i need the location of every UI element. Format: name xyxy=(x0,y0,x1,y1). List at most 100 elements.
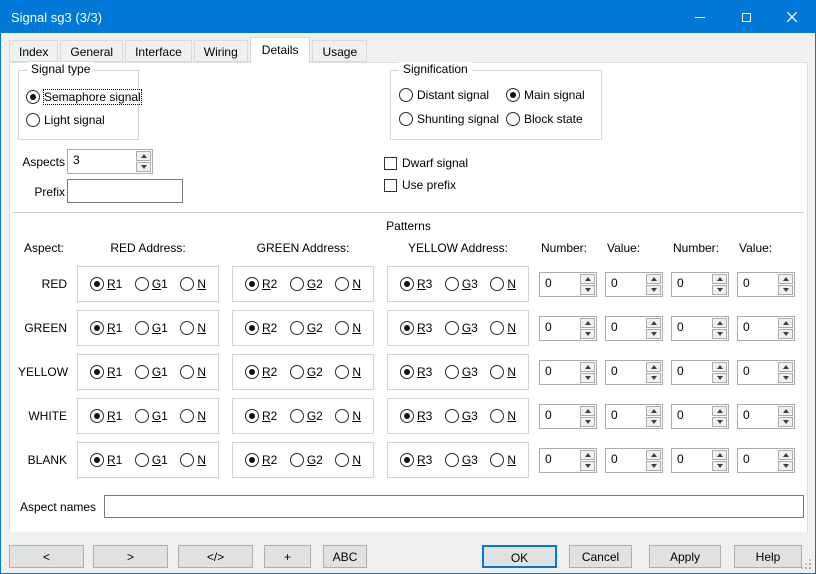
spinner-down-button[interactable] xyxy=(580,373,595,383)
value-spinner[interactable]: 0 xyxy=(605,316,663,341)
radio-red-n[interactable]: N xyxy=(180,277,206,291)
value-spinner[interactable]: 0 xyxy=(737,316,795,341)
spinner-up-button[interactable] xyxy=(646,406,661,416)
spinner-up-button[interactable] xyxy=(646,450,661,460)
spinner-up-button[interactable] xyxy=(778,274,793,284)
radio-red-g2[interactable]: G2 xyxy=(290,277,323,291)
value-spinner[interactable]: 0 xyxy=(671,360,729,385)
radio-yellow-r2[interactable]: R2 xyxy=(245,365,277,379)
radio-white-g2[interactable]: G2 xyxy=(290,409,323,423)
dwarf-signal-checkbox[interactable]: Dwarf signal xyxy=(384,156,468,170)
spinner-down-button[interactable] xyxy=(712,461,727,471)
radio-yellow-n[interactable]: N xyxy=(335,365,361,379)
tab-general[interactable]: General xyxy=(60,40,123,62)
spinner-up-button[interactable] xyxy=(712,274,727,284)
value-spinner[interactable]: 0 xyxy=(605,272,663,297)
resize-grip-icon[interactable] xyxy=(802,560,812,570)
spinner-down-button[interactable] xyxy=(778,461,793,471)
spinner-up-button[interactable] xyxy=(580,274,595,284)
radio-green-r2[interactable]: R2 xyxy=(245,321,277,335)
spinner-up-button[interactable] xyxy=(580,362,595,372)
add-button[interactable]: + xyxy=(264,545,311,568)
spinner-down-button[interactable] xyxy=(778,417,793,427)
radio-blank-n[interactable]: N xyxy=(335,453,361,467)
radio-white-r2[interactable]: R2 xyxy=(245,409,277,423)
radio-distant-signal[interactable]: Distant signal xyxy=(399,88,506,102)
aspect-names-input[interactable] xyxy=(104,495,804,518)
radio-red-r1[interactable]: R1 xyxy=(90,277,122,291)
radio-blank-g1[interactable]: G1 xyxy=(135,453,168,467)
radio-green-r1[interactable]: R1 xyxy=(90,321,122,335)
prev-button[interactable]: < xyxy=(9,545,84,568)
spinner-up-button[interactable] xyxy=(712,406,727,416)
radio-white-n[interactable]: N xyxy=(335,409,361,423)
radio-green-n[interactable]: N xyxy=(490,321,516,335)
radio-blank-r1[interactable]: R1 xyxy=(90,453,122,467)
apply-button[interactable]: Apply xyxy=(649,545,721,568)
radio-yellow-g2[interactable]: G2 xyxy=(290,365,323,379)
value-spinner[interactable]: 0 xyxy=(671,404,729,429)
radio-yellow-g1[interactable]: G1 xyxy=(135,365,168,379)
cancel-button[interactable]: Cancel xyxy=(569,545,632,568)
aspects-spinner[interactable]: 3 xyxy=(67,149,153,174)
radio-green-n[interactable]: N xyxy=(335,321,361,335)
spinner-up-button[interactable] xyxy=(646,274,661,284)
spinner-up-button[interactable] xyxy=(646,362,661,372)
value-spinner[interactable]: 0 xyxy=(605,360,663,385)
radio-yellow-n[interactable]: N xyxy=(490,365,516,379)
value-spinner[interactable]: 0 xyxy=(671,316,729,341)
spinner-down-button[interactable] xyxy=(778,285,793,295)
radio-green-g1[interactable]: G1 xyxy=(135,321,168,335)
radio-red-g1[interactable]: G1 xyxy=(135,277,168,291)
spinner-up-button[interactable] xyxy=(712,362,727,372)
spinner-down-button[interactable] xyxy=(646,373,661,383)
radio-block-state[interactable]: Block state xyxy=(506,112,600,126)
ok-button[interactable]: OK xyxy=(482,545,557,568)
radio-white-n[interactable]: N xyxy=(490,409,516,423)
value-spinner[interactable]: 0 xyxy=(539,272,597,297)
close-button[interactable] xyxy=(769,1,815,33)
radio-red-n[interactable]: N xyxy=(335,277,361,291)
abc-button[interactable]: ABC xyxy=(323,545,367,568)
spinner-down-button[interactable] xyxy=(778,329,793,339)
spinner-up-button[interactable] xyxy=(580,318,595,328)
radio-yellow-r1[interactable]: R1 xyxy=(90,365,122,379)
radio-shunting-signal[interactable]: Shunting signal xyxy=(399,112,506,126)
radio-red-r3[interactable]: R3 xyxy=(400,277,432,291)
spinner-up-button[interactable] xyxy=(778,406,793,416)
radio-main-signal[interactable]: Main signal xyxy=(506,88,600,102)
use-prefix-checkbox[interactable]: Use prefix xyxy=(384,178,456,192)
value-spinner[interactable]: 0 xyxy=(539,448,597,473)
value-spinner[interactable]: 0 xyxy=(671,448,729,473)
maximize-button[interactable] xyxy=(723,1,769,33)
spinner-up-button[interactable] xyxy=(646,318,661,328)
spinner-up-button[interactable] xyxy=(778,450,793,460)
spinner-down-button[interactable] xyxy=(646,461,661,471)
value-spinner[interactable]: 0 xyxy=(605,448,663,473)
spinner-down-button[interactable] xyxy=(580,285,595,295)
spinner-down-button[interactable] xyxy=(646,285,661,295)
spinner-up-button[interactable] xyxy=(580,450,595,460)
spinner-down-button[interactable] xyxy=(580,329,595,339)
radio-green-g2[interactable]: G2 xyxy=(290,321,323,335)
radio-yellow-g3[interactable]: G3 xyxy=(445,365,478,379)
radio-white-n[interactable]: N xyxy=(180,409,206,423)
value-spinner[interactable]: 0 xyxy=(737,404,795,429)
radio-semaphore-signal[interactable]: Semaphore signal xyxy=(26,85,138,108)
value-spinner[interactable]: 0 xyxy=(737,360,795,385)
next-button[interactable]: > xyxy=(93,545,168,568)
tab-details[interactable]: Details xyxy=(250,37,311,63)
spinner-down-button[interactable] xyxy=(646,417,661,427)
radio-white-r1[interactable]: R1 xyxy=(90,409,122,423)
spinner-down-button[interactable] xyxy=(646,329,661,339)
spinner-up-button[interactable] xyxy=(136,151,151,161)
radio-blank-g2[interactable]: G2 xyxy=(290,453,323,467)
radio-blank-r2[interactable]: R2 xyxy=(245,453,277,467)
value-spinner[interactable]: 0 xyxy=(539,404,597,429)
spinner-down-button[interactable] xyxy=(712,417,727,427)
spinner-up-button[interactable] xyxy=(580,406,595,416)
tab-interface[interactable]: Interface xyxy=(125,40,192,62)
radio-white-r3[interactable]: R3 xyxy=(400,409,432,423)
value-spinner[interactable]: 0 xyxy=(737,448,795,473)
spinner-up-button[interactable] xyxy=(712,450,727,460)
